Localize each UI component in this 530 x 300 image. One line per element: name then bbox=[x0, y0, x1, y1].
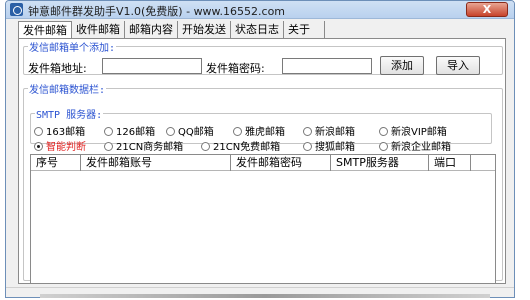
smtp-option-yahoo[interactable]: 雅虎邮箱 bbox=[233, 123, 285, 138]
smtp-option-label: 新浪VIP邮箱 bbox=[391, 127, 447, 138]
tab-start-sending[interactable]: 开始发送 bbox=[178, 21, 231, 39]
smtp-option-sina[interactable]: 新浪邮箱 bbox=[303, 123, 355, 138]
smtp-server-group: SMTP 服务器: 163邮箱 126邮箱 QQ邮箱 雅虎邮箱 新浪邮箱 新浪V… bbox=[30, 106, 492, 153]
radio-icon bbox=[379, 127, 388, 136]
smtp-option-label: 新浪企业邮箱 bbox=[391, 142, 451, 153]
smtp-option-sohu[interactable]: 搜狐邮箱 bbox=[303, 138, 355, 153]
window-title: 钟意邮件群发助手V1.0(免费版) - www.16552.com bbox=[28, 5, 286, 18]
import-button[interactable]: 导入 bbox=[436, 56, 480, 75]
radio-icon bbox=[303, 142, 312, 151]
sender-address-input[interactable] bbox=[102, 58, 202, 74]
radio-icon bbox=[166, 127, 175, 136]
tab-bar: 发件邮箱 收件邮箱 邮箱内容 开始发送 状态日志 关于 bbox=[18, 21, 325, 39]
sender-mailbox-table[interactable]: 序号 发件邮箱账号 发件邮箱密码 SMTP服务器 端口 bbox=[30, 154, 496, 284]
smtp-option-auto-detect[interactable]: 智能判断 bbox=[34, 138, 86, 153]
smtp-option-label: 搜狐邮箱 bbox=[315, 142, 355, 153]
radio-icon bbox=[233, 127, 242, 136]
smtp-option-sina-vip[interactable]: 新浪VIP邮箱 bbox=[379, 123, 447, 138]
smtp-legend: SMTP 服务器: bbox=[36, 110, 103, 121]
column-header-password[interactable]: 发件邮箱密码 bbox=[231, 155, 331, 171]
sender-password-input[interactable] bbox=[282, 58, 372, 74]
add-button[interactable]: 添加 bbox=[380, 56, 424, 75]
tab-mail-content[interactable]: 邮箱内容 bbox=[125, 21, 178, 39]
single-add-group: 发信邮箱单个添加: 发件箱地址: 发件箱密码: 添加 导入 bbox=[23, 39, 503, 75]
smtp-option-label: 新浪邮箱 bbox=[315, 127, 355, 138]
radio-icon bbox=[104, 142, 113, 151]
radio-icon bbox=[34, 127, 43, 136]
app-icon bbox=[10, 3, 23, 16]
radio-icon bbox=[104, 127, 113, 136]
smtp-option-sina-enterprise[interactable]: 新浪企业邮箱 bbox=[379, 138, 451, 153]
column-header-port[interactable]: 端口 bbox=[429, 155, 471, 171]
smtp-option-label: 智能判断 bbox=[46, 142, 86, 153]
sender-address-label: 发件箱地址: bbox=[28, 62, 87, 75]
smtp-option-label: 126邮箱 bbox=[116, 127, 156, 138]
title-bar[interactable]: 钟意邮件群发助手V1.0(免费版) - www.16552.com X bbox=[6, 1, 514, 19]
tab-status-log[interactable]: 状态日志 bbox=[231, 21, 284, 39]
sender-data-legend: 发信邮箱数据栏: bbox=[29, 85, 106, 96]
tab-recipient-mailbox[interactable]: 收件邮箱 bbox=[72, 21, 125, 39]
smtp-option-qq[interactable]: QQ邮箱 bbox=[166, 123, 214, 138]
column-header-account[interactable]: 发件邮箱账号 bbox=[81, 155, 231, 171]
sender-data-group: 发信邮箱数据栏: SMTP 服务器: 163邮箱 126邮箱 QQ邮箱 雅虎邮箱… bbox=[23, 81, 503, 284]
smtp-option-126[interactable]: 126邮箱 bbox=[104, 123, 155, 138]
radio-icon bbox=[34, 142, 43, 151]
smtp-option-label: 21CN免费邮箱 bbox=[213, 142, 281, 153]
radio-icon bbox=[379, 142, 388, 151]
smtp-option-label: 163邮箱 bbox=[46, 127, 86, 138]
single-add-legend: 发信邮箱单个添加: bbox=[29, 43, 116, 54]
tab-about[interactable]: 关于 bbox=[284, 21, 325, 39]
bottom-edge bbox=[40, 294, 490, 298]
smtp-option-21cn-free[interactable]: 21CN免费邮箱 bbox=[201, 138, 280, 153]
column-header-index[interactable]: 序号 bbox=[31, 155, 81, 171]
tab-sender-mailbox[interactable]: 发件邮箱 bbox=[18, 21, 72, 39]
smtp-option-label: 雅虎邮箱 bbox=[245, 127, 285, 138]
close-button[interactable]: X bbox=[466, 2, 508, 17]
table-header: 序号 发件邮箱账号 发件邮箱密码 SMTP服务器 端口 bbox=[31, 155, 495, 171]
column-header-smtp[interactable]: SMTP服务器 bbox=[331, 155, 429, 171]
radio-icon bbox=[303, 127, 312, 136]
sender-mailbox-panel: 发信邮箱单个添加: 发件箱地址: 发件箱密码: 添加 导入 发信邮箱数据栏: S… bbox=[18, 39, 506, 284]
sender-password-label: 发件箱密码: bbox=[206, 62, 265, 75]
smtp-option-21cn-business[interactable]: 21CN商务邮箱 bbox=[104, 138, 183, 153]
smtp-option-label: 21CN商务邮箱 bbox=[116, 142, 184, 153]
main-window: 钟意邮件群发助手V1.0(免费版) - www.16552.com X 发件邮箱… bbox=[5, 0, 515, 298]
radio-icon bbox=[201, 142, 210, 151]
smtp-option-label: QQ邮箱 bbox=[178, 127, 214, 138]
smtp-option-163[interactable]: 163邮箱 bbox=[34, 123, 85, 138]
